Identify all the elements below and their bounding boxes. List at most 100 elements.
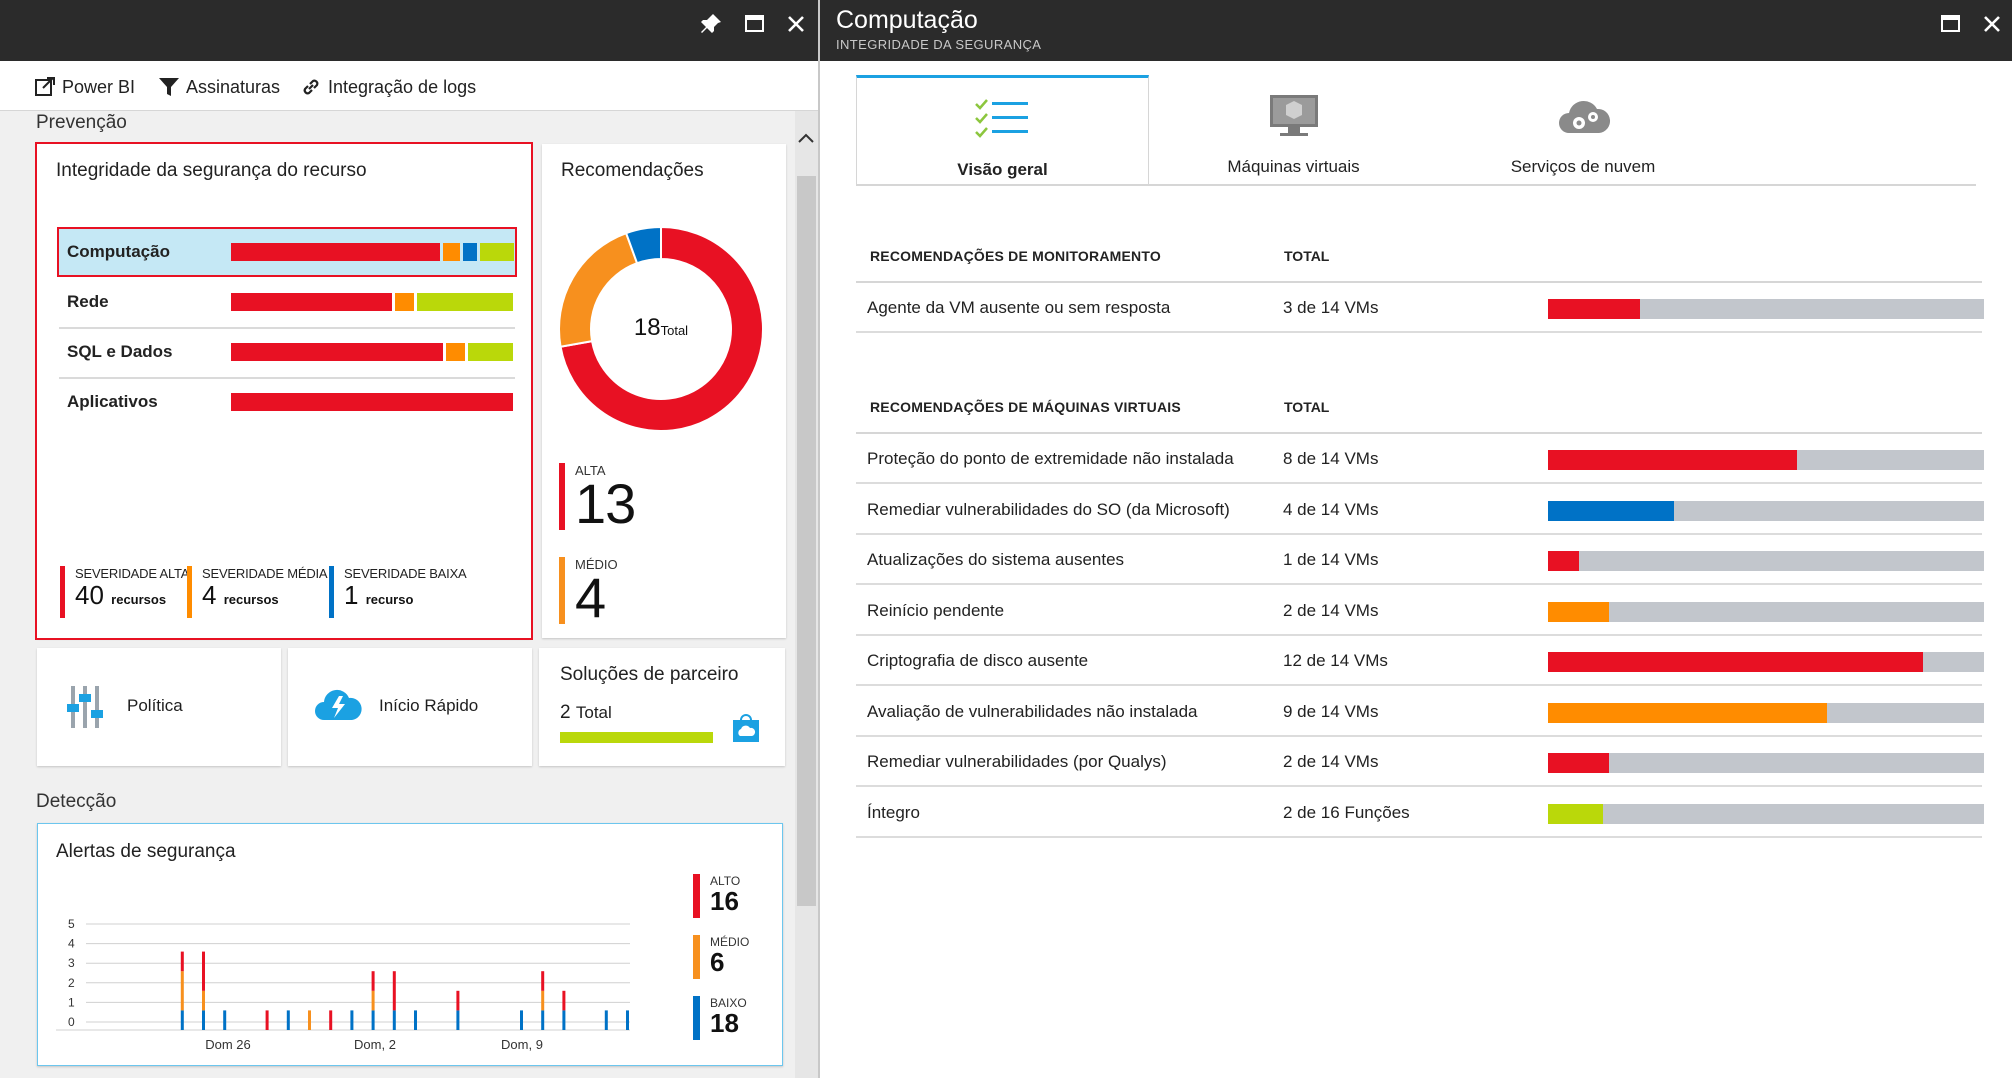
pin-icon[interactable]	[695, 8, 727, 40]
severity-segment	[231, 343, 443, 361]
alerts-high-legend: ALTO 16	[693, 874, 740, 918]
recommendation-progress-bar	[1548, 803, 1984, 824]
recommendation-row[interactable]: Atualizações do sistema ausentes 1 de 14 …	[856, 535, 1984, 585]
recommendation-row[interactable]: Criptografia de disco ausente 12 de 14 VM…	[856, 636, 1984, 686]
quickstart-tile[interactable]: Início Rápido	[288, 648, 532, 766]
alert-bar	[286, 1010, 290, 1030]
x-tick-label: Dom, 9	[501, 1037, 543, 1052]
severity-segment	[231, 243, 440, 261]
alert-bar	[626, 1010, 629, 1030]
right-blade-header: Computação INTEGRIDADE DA SEGURANÇA	[820, 0, 2012, 61]
alert-bar	[562, 990, 566, 1011]
scroll-up-icon[interactable]	[797, 131, 815, 145]
tab-virtual-machines[interactable]: Máquinas virtuais	[1149, 75, 1438, 185]
resource-severity-bar	[231, 393, 513, 411]
alert-bar	[371, 971, 375, 991]
recommendation-total: 9 de 14 VMs	[1283, 701, 1379, 721]
alert-bar	[392, 1010, 396, 1030]
severity-segment	[479, 243, 514, 261]
security-alerts-tile[interactable]: Alertas de segurança 0 1 2 3 4 5 Dom 26 Dom, 2 D…	[37, 823, 783, 1066]
tab-cloud-services-label: Serviços de nuvem	[1510, 157, 1656, 176]
x-tick-label: Dom, 2	[354, 1037, 396, 1052]
low-severity-unit: recurso	[365, 592, 414, 607]
vm-recommendations-total-header: TOTAL	[1284, 399, 1330, 415]
alert-bar	[180, 951, 184, 972]
resource-severity-bar	[231, 293, 514, 311]
maximize-icon[interactable]	[738, 8, 770, 40]
scrollbar-thumb[interactable]	[797, 176, 816, 906]
alert-bar	[541, 990, 545, 1011]
high-severity-number: 40	[75, 580, 104, 610]
alert-bar	[350, 1010, 354, 1030]
resource-row-compute[interactable]: Computação	[57, 227, 517, 277]
tab-cloud-services[interactable]: Serviços de nuvem	[1438, 75, 1728, 185]
recommendation-total: 4 de 14 VMs	[1283, 499, 1379, 519]
policy-tile[interactable]: Política	[37, 648, 281, 766]
donut-center-total: 18Total	[556, 314, 766, 342]
recommendation-progress-bar	[1548, 551, 1984, 571]
medium-recommendations-stat: MÉDIO 4	[559, 557, 618, 626]
recommendation-name: Íntegro	[867, 802, 920, 822]
partner-solutions-tile[interactable]: Soluções de parceiro 2 Total	[539, 648, 785, 766]
recommendation-row[interactable]: Remediar vulnerabilidades (por Qualys) 2 …	[856, 737, 1984, 787]
close-icon[interactable]	[1976, 8, 2008, 40]
tab-overview[interactable]: Visão geral	[856, 75, 1149, 185]
partner-solutions-bar	[560, 732, 713, 743]
resource-row-sql[interactable]: SQL e Dados	[59, 329, 515, 375]
x-tick-label: Dom 26	[205, 1037, 251, 1052]
alert-bar	[371, 1010, 375, 1030]
alert-bar	[520, 1010, 523, 1030]
y-tick-label: 0	[68, 1015, 75, 1029]
detection-section-label: Detecção	[36, 791, 117, 812]
cloud-lightning-icon	[315, 689, 362, 720]
high-recommendations-stat: ALTA 13	[559, 463, 636, 535]
recommendation-name: Criptografia de disco ausente	[867, 651, 1089, 670]
resource-health-tile[interactable]: Integridade da segurança do recurso Comp…	[35, 142, 533, 640]
alert-bar	[562, 1010, 566, 1030]
alert-bar	[456, 990, 460, 1011]
high-recommendations-number: 13	[575, 472, 636, 535]
virtual-machine-icon	[1270, 95, 1318, 136]
recommendation-row[interactable]: Agente da VM ausente ou sem resposta 3 de…	[856, 283, 1984, 333]
security-alerts-chart: 0 1 2 3 4 5 Dom 26 Dom, 2 Dom, 9	[56, 917, 630, 1052]
recommendation-name: Remediar vulnerabilidades (por Qualys)	[867, 752, 1167, 771]
left-blade-header	[0, 0, 818, 61]
high-severity-count: SEVERIDADE ALTA 40 recursos	[60, 566, 189, 618]
recommendation-progress-bar	[1548, 753, 1984, 773]
recommendation-row[interactable]: Reinício pendente 2 de 14 VMs	[856, 586, 1984, 636]
power-bi-button[interactable]: Power BI	[34, 75, 135, 99]
subscriptions-button[interactable]: Assinaturas	[158, 75, 280, 99]
monitoring-table-header: RECOMENDAÇÕES DE MONITORAMENTO TOTAL	[856, 233, 1982, 283]
recommendation-row[interactable]: Íntegro 2 de 16 Funções	[856, 788, 1984, 838]
severity-segment	[442, 243, 460, 261]
link-icon	[303, 79, 319, 95]
recommendations-title: Recomendações	[561, 160, 704, 181]
subscriptions-label: Assinaturas	[186, 76, 281, 97]
low-severity-label: SEVERIDADE BAIXA	[344, 566, 467, 581]
policy-label: Política	[127, 696, 183, 715]
resource-row-network[interactable]: Rede	[59, 279, 515, 325]
recommendation-name: Proteção do ponto de extremidade não ins…	[867, 449, 1234, 468]
alert-bar	[541, 1010, 545, 1030]
donut-total-word: Total	[660, 323, 689, 338]
checklist-icon	[975, 99, 1028, 138]
y-tick-label: 5	[68, 917, 75, 931]
maximize-icon[interactable]	[1934, 8, 1966, 40]
log-integration-button[interactable]: Integração de logs	[300, 75, 476, 99]
tab-overview-label: Visão geral	[957, 160, 1048, 179]
close-icon[interactable]	[780, 8, 812, 40]
recommendation-row[interactable]: Remediar vulnerabilidades do SO (da Micr…	[856, 485, 1984, 535]
security-alerts-title: Alertas de segurança	[56, 841, 236, 862]
resource-row-apps[interactable]: Aplicativos	[59, 379, 515, 425]
medium-severity-label: SEVERIDADE MÉDIA	[202, 566, 328, 581]
severity-segment	[231, 393, 513, 411]
vm-recommendations-table-header: RECOMENDAÇÕES DE MÁQUINAS VIRTUAIS TOTAL	[856, 384, 1982, 434]
alert-bar	[329, 1010, 333, 1030]
recommendation-name: Reinício pendente	[867, 600, 1005, 620]
alerts-medium-legend: MÉDIO 6	[693, 935, 749, 979]
recommendation-row[interactable]: Proteção do ponto de extremidade não ins…	[856, 434, 1984, 484]
recommendation-name: Avaliação de vulnerabilidades não instal…	[867, 701, 1198, 721]
quickstart-label: Início Rápido	[379, 696, 479, 715]
recommendation-row[interactable]: Avaliação de vulnerabilidades não instal…	[856, 687, 1984, 737]
tab-underline	[856, 184, 1976, 186]
